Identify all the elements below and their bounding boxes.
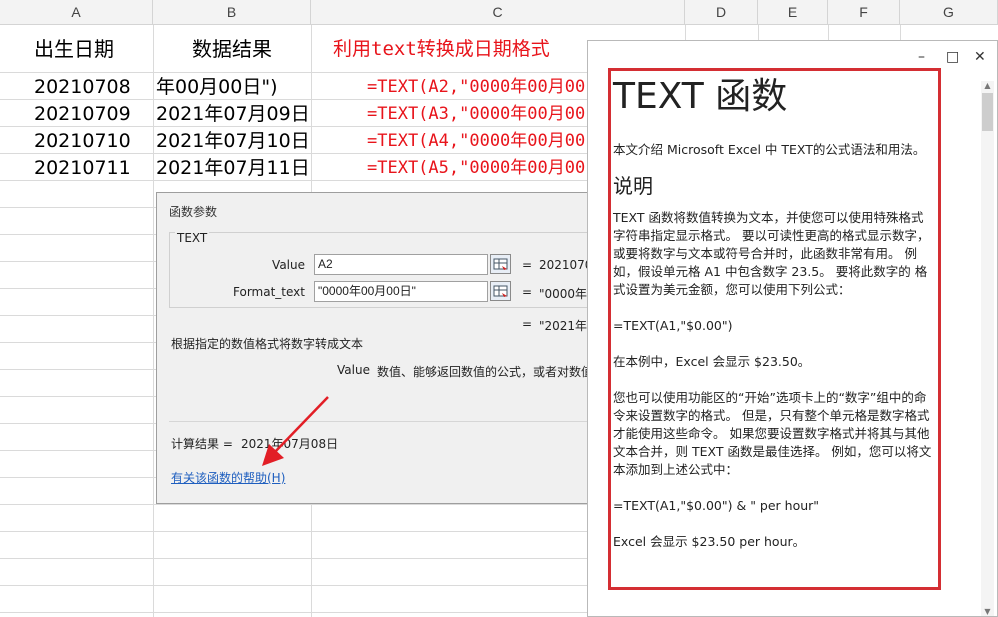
help-intro: 本文介绍 Microsoft Excel 中 TEXT的公式语法和用法。 <box>613 142 926 157</box>
help-paragraph-2: 在本例中，Excel 会显示 $23.50。 <box>613 354 811 369</box>
help-window: – □ ✕ TEXT 函数 本文介绍 Microsoft Excel 中 TEX… <box>587 40 998 617</box>
help-formula-2: =TEXT(A1,"$0.00") & " per hour" <box>613 498 820 513</box>
maximize-button[interactable]: □ <box>946 49 959 65</box>
help-paragraph-3: 您也可以使用功能区的“开始”选项卡上的“数字”组中的命令来设置数字的格式。 但是… <box>613 390 932 477</box>
scroll-thumb[interactable] <box>982 93 993 131</box>
help-section-title: 说明 <box>613 174 653 198</box>
help-content: TEXT 函数 本文介绍 Microsoft Excel 中 TEXT的公式语法… <box>613 71 935 569</box>
help-formula-1: =TEXT(A1,"$0.00") <box>613 318 733 333</box>
minimize-button[interactable]: – <box>918 49 925 65</box>
help-paragraph-4: Excel 会显示 $23.50 per hour。 <box>613 534 806 549</box>
help-scrollbar[interactable]: ▲ ▼ <box>981 81 994 616</box>
scroll-down-icon[interactable]: ▼ <box>981 607 994 616</box>
help-paragraph-1: TEXT 函数将数值转换为文本，并使您可以使用特殊格式字符串指定显示格式。 要以… <box>613 210 930 297</box>
close-button[interactable]: ✕ <box>974 49 986 65</box>
help-title: TEXT 函数 <box>613 76 788 117</box>
scroll-up-icon[interactable]: ▲ <box>981 81 994 90</box>
